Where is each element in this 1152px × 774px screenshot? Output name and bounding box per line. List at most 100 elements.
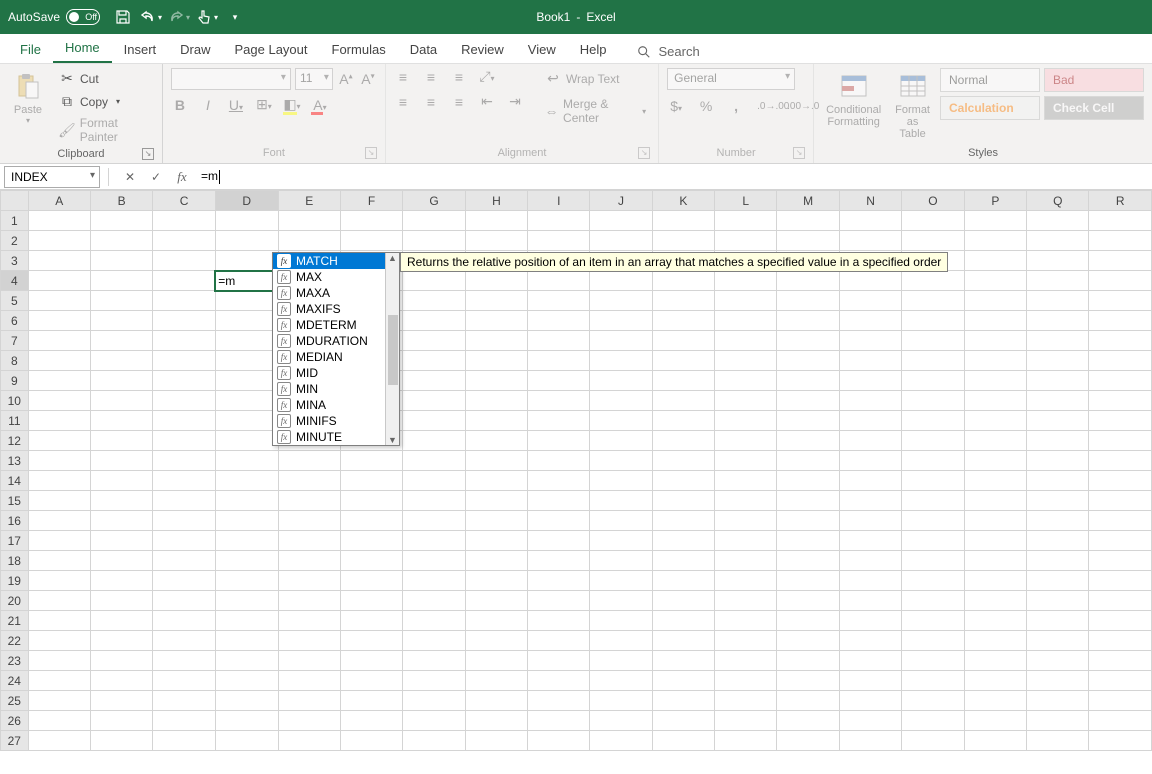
cell[interactable] — [528, 711, 590, 731]
row-header[interactable]: 14 — [1, 471, 29, 491]
cell[interactable] — [839, 731, 901, 751]
tab-draw[interactable]: Draw — [168, 36, 222, 63]
cell[interactable] — [715, 331, 777, 351]
cell[interactable] — [153, 271, 215, 291]
cell[interactable] — [715, 271, 777, 291]
cell[interactable] — [1089, 531, 1152, 551]
cell[interactable] — [28, 731, 90, 751]
cell[interactable] — [1027, 671, 1089, 691]
cell[interactable] — [590, 471, 652, 491]
cell[interactable] — [153, 691, 215, 711]
cell[interactable] — [215, 351, 278, 371]
cell[interactable] — [839, 411, 901, 431]
cell[interactable] — [652, 471, 714, 491]
autocomplete-item[interactable]: fxMAX — [273, 269, 385, 285]
cell[interactable] — [652, 491, 714, 511]
cell[interactable] — [215, 451, 278, 471]
column-header[interactable]: H — [465, 191, 527, 211]
cell[interactable] — [964, 591, 1026, 611]
cell[interactable] — [340, 531, 402, 551]
cell[interactable] — [1089, 231, 1152, 251]
cell[interactable] — [777, 291, 839, 311]
cell[interactable] — [652, 651, 714, 671]
cell[interactable] — [902, 471, 964, 491]
cell[interactable] — [902, 351, 964, 371]
cell[interactable] — [964, 271, 1026, 291]
autosave-toggle[interactable]: AutoSave Off — [8, 9, 100, 25]
clipboard-dialog-launcher[interactable]: ↘ — [142, 148, 154, 160]
column-header[interactable]: C — [153, 191, 215, 211]
row-header[interactable]: 3 — [1, 251, 29, 271]
cell[interactable] — [590, 391, 652, 411]
cell[interactable] — [1089, 211, 1152, 231]
cell[interactable] — [715, 311, 777, 331]
cell[interactable] — [777, 591, 839, 611]
cell[interactable] — [715, 471, 777, 491]
cell[interactable] — [652, 411, 714, 431]
cell[interactable] — [777, 691, 839, 711]
row-header[interactable]: 9 — [1, 371, 29, 391]
cell[interactable] — [1089, 591, 1152, 611]
scroll-up-icon[interactable]: ▲ — [388, 253, 397, 263]
cell[interactable] — [28, 651, 90, 671]
cell[interactable] — [777, 491, 839, 511]
column-header[interactable]: E — [278, 191, 340, 211]
cell[interactable] — [777, 271, 839, 291]
cell[interactable] — [964, 251, 1026, 271]
decrease-font-icon[interactable]: A▾ — [359, 71, 377, 87]
cell[interactable] — [1089, 311, 1152, 331]
cell[interactable] — [715, 391, 777, 411]
format-painter-button[interactable]: 🖌Format Painter — [54, 114, 154, 146]
increase-font-icon[interactable]: A▴ — [337, 71, 355, 87]
cell[interactable] — [1089, 291, 1152, 311]
cell[interactable] — [964, 291, 1026, 311]
cell[interactable] — [153, 671, 215, 691]
cell[interactable] — [528, 531, 590, 551]
cell[interactable] — [90, 391, 152, 411]
cell[interactable] — [28, 451, 90, 471]
cell[interactable] — [153, 651, 215, 671]
cell[interactable] — [278, 511, 340, 531]
cell[interactable] — [28, 271, 90, 291]
paste-button[interactable]: Paste ▾ — [8, 68, 48, 127]
cell[interactable] — [964, 491, 1026, 511]
cell[interactable] — [1089, 471, 1152, 491]
cell[interactable] — [528, 551, 590, 571]
cell[interactable] — [340, 711, 402, 731]
cell[interactable] — [902, 571, 964, 591]
cell[interactable] — [715, 671, 777, 691]
cell[interactable] — [902, 411, 964, 431]
column-header[interactable]: A — [28, 191, 90, 211]
cell[interactable] — [715, 431, 777, 451]
cell[interactable] — [215, 431, 278, 451]
cell[interactable] — [964, 551, 1026, 571]
cell[interactable] — [715, 531, 777, 551]
cell[interactable] — [590, 591, 652, 611]
row-header[interactable]: 24 — [1, 671, 29, 691]
align-center-icon[interactable]: ≡ — [422, 94, 440, 110]
cell[interactable] — [215, 371, 278, 391]
enter-formula-button[interactable]: ✓ — [143, 170, 169, 184]
cell[interactable] — [590, 291, 652, 311]
scroll-thumb[interactable] — [388, 315, 398, 385]
cell[interactable] — [403, 331, 465, 351]
cell[interactable] — [1027, 491, 1089, 511]
cell[interactable] — [403, 351, 465, 371]
cell[interactable] — [839, 531, 901, 551]
row-header[interactable]: 23 — [1, 651, 29, 671]
cell[interactable] — [1027, 531, 1089, 551]
cell[interactable] — [278, 651, 340, 671]
cell-style-normal[interactable]: Normal — [940, 68, 1040, 92]
row-header[interactable]: 22 — [1, 631, 29, 651]
merge-center-button[interactable]: ⇔Merge & Center▾ — [540, 95, 650, 127]
cell[interactable] — [215, 291, 278, 311]
cell[interactable] — [652, 531, 714, 551]
row-header[interactable]: 6 — [1, 311, 29, 331]
cell[interactable] — [90, 471, 152, 491]
cell[interactable] — [90, 631, 152, 651]
cell[interactable] — [1027, 351, 1089, 371]
cell[interactable] — [528, 311, 590, 331]
cell[interactable] — [465, 671, 527, 691]
cell[interactable] — [590, 411, 652, 431]
cell[interactable] — [215, 711, 278, 731]
